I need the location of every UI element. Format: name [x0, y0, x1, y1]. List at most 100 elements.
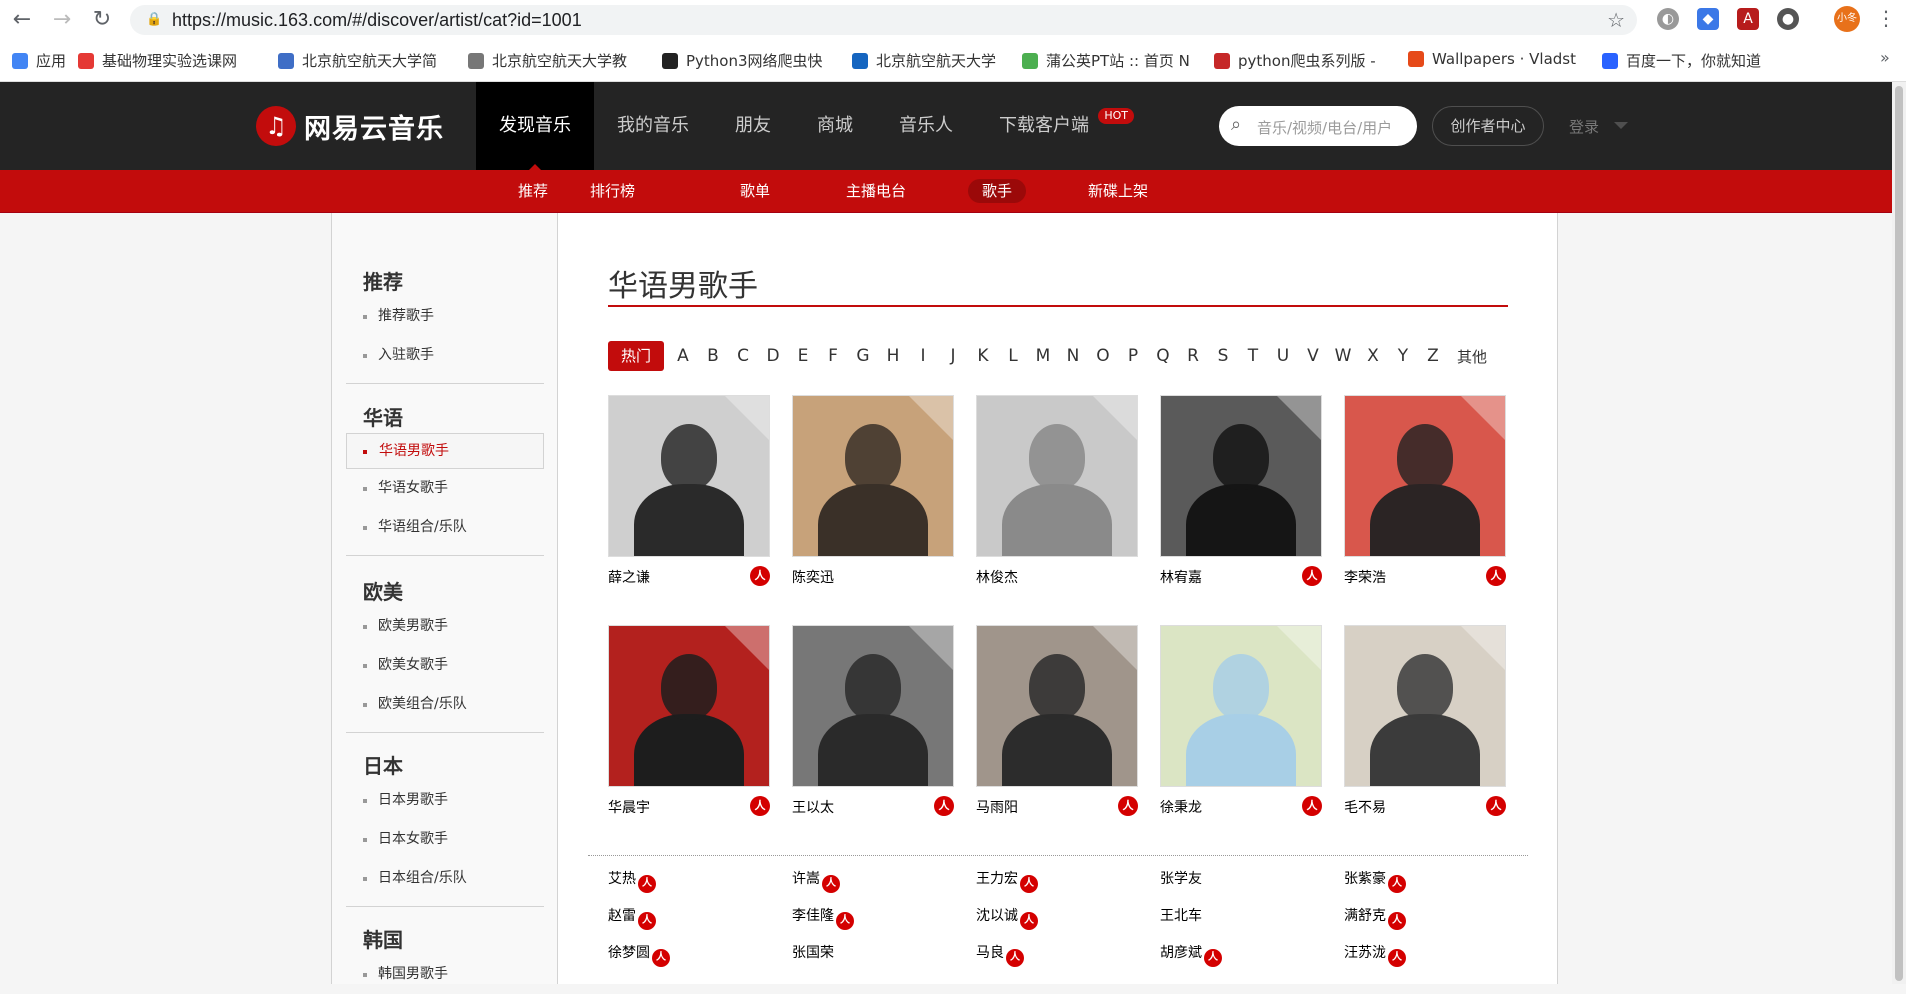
verified-artist-icon[interactable]: 人 [1118, 796, 1138, 816]
letter-tab[interactable]: V [1298, 346, 1328, 366]
letter-tab[interactable]: W [1328, 346, 1358, 366]
verified-artist-icon[interactable]: 人 [652, 949, 670, 967]
letter-tab[interactable]: O [1088, 346, 1118, 366]
artist-name-link[interactable]: 艾热人 [608, 868, 656, 893]
nav-item[interactable]: 发现音乐 [476, 82, 594, 170]
sidebar-item[interactable]: 欧美男歌手 [346, 607, 544, 646]
sidebar-item[interactable]: 推荐歌手 [346, 297, 544, 336]
artist-photo[interactable] [1344, 625, 1506, 787]
artist-name[interactable]: 王以太 [792, 797, 834, 817]
nav-item[interactable]: 音乐人 [876, 82, 976, 170]
letter-tab[interactable]: S [1208, 346, 1238, 366]
letter-tab[interactable]: T [1238, 346, 1268, 366]
letter-tab[interactable]: H [878, 346, 908, 366]
verified-artist-icon[interactable]: 人 [638, 912, 656, 930]
extension-pdf-icon[interactable]: A [1737, 8, 1759, 30]
sidebar-item[interactable]: 韩国男歌手 [346, 955, 544, 994]
nav-item[interactable]: 下载客户端 HOT [976, 82, 1134, 170]
artist-name-link[interactable]: 沈以诚人 [976, 905, 1038, 930]
artist-name-link[interactable]: 胡彦斌人 [1160, 942, 1222, 967]
artist-name[interactable]: 陈奕迅 [792, 567, 834, 587]
letter-tab[interactable]: F [818, 346, 848, 366]
artist-photo[interactable] [608, 395, 770, 557]
artist-card[interactable]: 王以太 人 [792, 625, 954, 816]
bookmark-item[interactable]: 基础物理实验选课网 [78, 50, 237, 71]
letter-tab[interactable]: A [668, 346, 698, 366]
letter-tab[interactable]: C [728, 346, 758, 366]
artist-name-link[interactable]: 赵雷人 [608, 905, 656, 930]
reload-icon[interactable]: ↻ [90, 8, 114, 32]
artist-name-link[interactable]: 徐梦圆人 [608, 942, 670, 967]
extension-bulb-icon[interactable]: ● [1777, 8, 1799, 30]
artist-name-link[interactable]: 王力宏人 [976, 868, 1038, 893]
subnav-item[interactable]: 歌手 [968, 179, 1027, 203]
bookmark-item[interactable]: 北京航空航天大学教 [468, 50, 627, 71]
verified-artist-icon[interactable]: 人 [1388, 912, 1406, 930]
artist-photo[interactable] [1160, 625, 1322, 787]
bookmarks-overflow-icon[interactable]: » [1880, 48, 1890, 67]
letter-tab[interactable]: R [1178, 346, 1208, 366]
nav-item[interactable]: 朋友 [712, 82, 794, 170]
letter-tab[interactable]: J [938, 346, 968, 366]
artist-photo[interactable] [792, 395, 954, 557]
subnav-item[interactable]: 新碟上架 [1074, 179, 1162, 203]
artist-card[interactable]: 华晨宇 人 [608, 625, 770, 816]
letter-tab[interactable]: Q [1148, 346, 1178, 366]
artist-card[interactable]: 马雨阳 人 [976, 625, 1138, 816]
search-box[interactable]: ⌕ 音乐/视频/电台/用户 [1219, 106, 1417, 146]
nav-item[interactable]: 商城 [794, 82, 876, 170]
artist-photo[interactable] [792, 625, 954, 787]
subnav-item[interactable]: 主播电台 [832, 179, 920, 203]
verified-artist-icon[interactable]: 人 [1006, 949, 1024, 967]
letter-tab[interactable]: Y [1388, 346, 1418, 366]
creator-center-button[interactable]: 创作者中心 [1432, 106, 1544, 146]
artist-card[interactable]: 徐秉龙 人 [1160, 625, 1322, 816]
letter-tab[interactable]: U [1268, 346, 1298, 366]
scrollbar[interactable] [1892, 82, 1906, 984]
artist-photo[interactable] [976, 395, 1138, 557]
bookmark-item[interactable]: Wallpapers · Vladst [1408, 50, 1576, 68]
artist-name-link[interactable]: 张国荣 [792, 942, 834, 962]
bookmark-item[interactable]: python爬虫系列版 - [1214, 50, 1376, 71]
back-icon[interactable]: ← [10, 8, 34, 32]
nav-item[interactable]: 我的音乐 [594, 82, 712, 170]
artist-name[interactable]: 薛之谦 [608, 567, 650, 587]
letter-tab[interactable]: P [1118, 346, 1148, 366]
letter-tab[interactable]: B [698, 346, 728, 366]
verified-artist-icon[interactable]: 人 [1302, 796, 1322, 816]
letter-tab[interactable]: G [848, 346, 878, 366]
sidebar-item[interactable]: 欧美女歌手 [346, 646, 544, 685]
verified-artist-icon[interactable]: 人 [836, 912, 854, 930]
letter-tab[interactable]: I [908, 346, 938, 366]
artist-card[interactable]: 李荣浩 人 [1344, 395, 1506, 586]
artist-name[interactable]: 华晨宇 [608, 797, 650, 817]
chevron-down-icon[interactable] [1614, 122, 1628, 136]
login-link[interactable]: 登录 [1569, 116, 1599, 137]
letter-hot-tab[interactable]: 热门 [608, 341, 664, 371]
artist-photo[interactable] [1160, 395, 1322, 557]
bookmark-star-icon[interactable]: ☆ [1607, 8, 1625, 32]
scrollbar-thumb[interactable] [1895, 86, 1903, 981]
artist-name-link[interactable]: 张学友 [1160, 868, 1202, 888]
artist-name[interactable]: 林宥嘉 [1160, 567, 1202, 587]
letter-tab[interactable]: X [1358, 346, 1388, 366]
artist-name-link[interactable]: 马良人 [976, 942, 1024, 967]
letter-tab[interactable]: K [968, 346, 998, 366]
verified-artist-icon[interactable]: 人 [934, 796, 954, 816]
subnav-item[interactable]: 歌单 [726, 179, 784, 203]
verified-artist-icon[interactable]: 人 [1486, 796, 1506, 816]
sidebar-item[interactable]: 华语男歌手 [346, 433, 544, 469]
sidebar-item[interactable]: 华语女歌手 [346, 469, 544, 508]
artist-card[interactable]: 林俊杰 [976, 395, 1138, 586]
artist-name[interactable]: 林俊杰 [976, 567, 1018, 587]
letter-tab[interactable]: E [788, 346, 818, 366]
verified-artist-icon[interactable]: 人 [1486, 566, 1506, 586]
artist-name[interactable]: 徐秉龙 [1160, 797, 1202, 817]
artist-photo[interactable] [976, 625, 1138, 787]
address-bar[interactable]: 🔒 https://music.163.com/#/discover/artis… [130, 5, 1637, 35]
verified-artist-icon[interactable]: 人 [1302, 566, 1322, 586]
artist-card[interactable]: 薛之谦 人 [608, 395, 770, 586]
sidebar-item[interactable]: 华语组合/乐队 [346, 508, 544, 547]
letter-other-tab[interactable]: 其他 [1448, 346, 1496, 367]
sidebar-item[interactable]: 日本女歌手 [346, 820, 544, 859]
